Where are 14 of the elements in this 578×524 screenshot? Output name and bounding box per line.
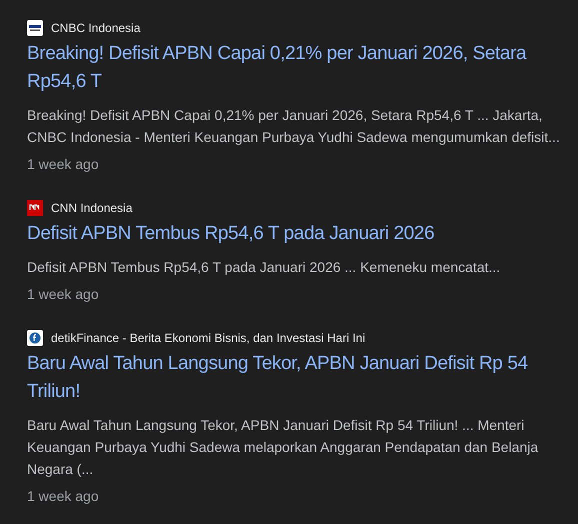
headline-link[interactable]: Breaking! Defisit APBN Capai 0,21% per Januari 2026, Setara Rp54,6 T [27, 40, 572, 96]
source-name: CNN Indonesia [51, 201, 132, 215]
snippet-text: Breaking! Defisit APBN Capai 0,21% per Januari 2026, Setara Rp54,6 T ... Jakarta, CNBC Indonesia - Menteri Keuangan Purbaya Yudhi Sadewa mengumumkan defisit... [27, 106, 561, 147]
snippet-text: Defisit APBN Tembus Rp54,6 T pada Januari 2026 ... Kemeneku mencatat... [27, 258, 502, 277]
news-logo-icon [27, 200, 43, 216]
timestamp: 1 week ago [27, 285, 100, 304]
headline-link[interactable]: Defisit APBN Tembus Rp54,6 T pada Januari 2026 [27, 220, 572, 248]
timestamp: 1 week ago [27, 155, 100, 174]
timestamp: 1 week ago [27, 487, 100, 506]
circle-logo-icon [27, 330, 43, 346]
headline-link[interactable]: Baru Awal Tahun Langsung Tekor, APBN Januari Defisit Rp 54 Triliun! [27, 350, 572, 406]
source-name: detikFinance - Berita Ekonomi Bisnis, dan Investasi Hari Ini [51, 331, 366, 345]
source-name: CNBC Indonesia [51, 21, 140, 35]
snippet-text: Baru Awal Tahun Langsung Tekor, APBN Januari Defisit Rp 54 Triliun! ... Menteri Keuangan Purbaya Yudhi Sadewa melaporkan Anggaran Pendapatan dan Belanja Negara (... [27, 416, 540, 479]
